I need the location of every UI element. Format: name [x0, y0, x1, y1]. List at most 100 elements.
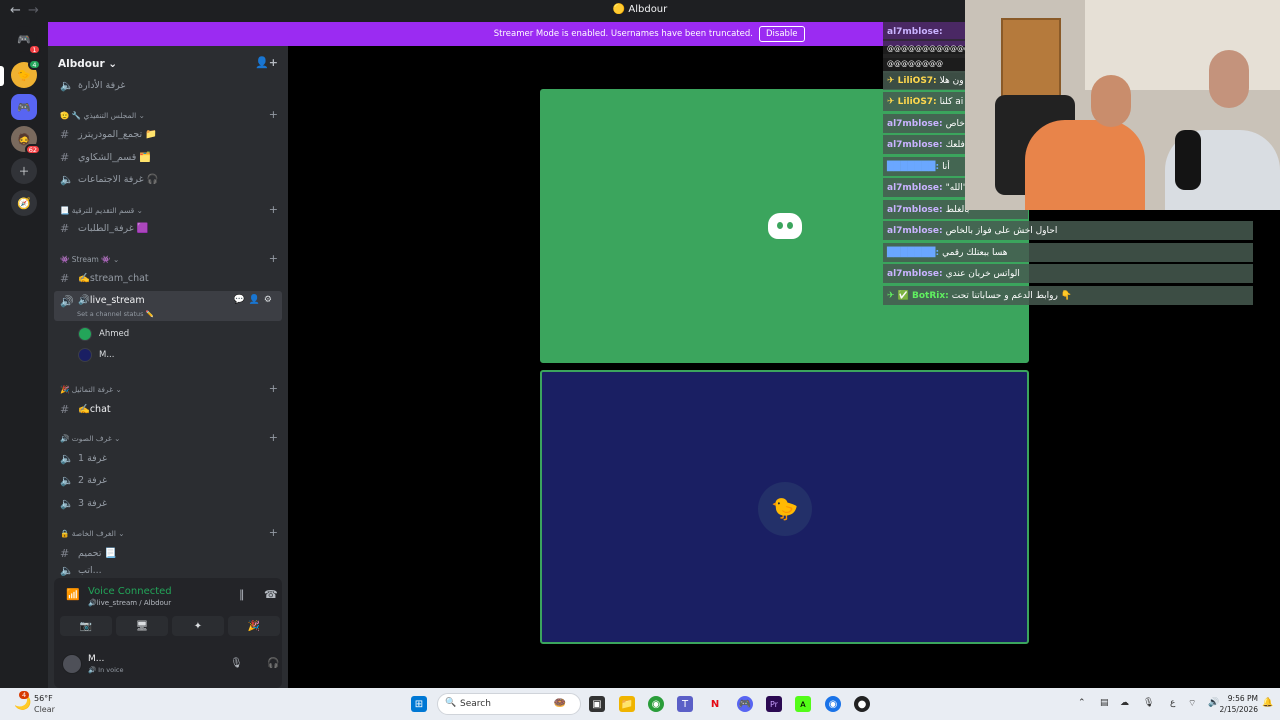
server-icon-3[interactable]: 🧔 62: [11, 126, 41, 155]
channel-partial[interactable]: 🔈 اتب...: [54, 564, 282, 576]
channel-meetings[interactable]: 🔈 غرفة الاجتماعات 🎧: [54, 168, 282, 190]
chat-message: al7mblose:"الله": [883, 178, 968, 197]
plus-icon[interactable]: +: [269, 526, 278, 539]
invite-icon[interactable]: 👤+: [255, 56, 278, 69]
plus-icon[interactable]: +: [269, 382, 278, 395]
file-explorer-icon[interactable]: 📁: [619, 696, 635, 712]
channel-moderators[interactable]: # تجمع_المودريترز 📁: [54, 123, 282, 145]
language-indicator[interactable]: ع: [1170, 698, 1175, 708]
channel-bath[interactable]: # تحميم 📃: [54, 542, 282, 564]
video-tile-user[interactable]: 🐤: [540, 370, 1029, 644]
channel-voice-admin[interactable]: 🔈 غرفة الأدارة: [54, 74, 282, 96]
chevron-up-icon[interactable]: ⌃: [1078, 698, 1086, 708]
category-voice-rooms[interactable]: 🔊 غرف الصوت ⌄ +: [60, 431, 282, 444]
category-promotion[interactable]: 📃 قسم التقديم للترقية ⌄ +: [60, 203, 282, 216]
wifi-icon[interactable]: ⌔: [1188, 698, 1196, 709]
disconnect-icon[interactable]: ☎: [264, 588, 278, 601]
network-tray-icon[interactable]: ☁: [1120, 698, 1129, 708]
chat-message: ✈ LiliOS7: كلنا ai: [883, 92, 968, 111]
search-highlight-icon: 🍩: [553, 698, 566, 709]
chat-user: al7mblose:: [887, 118, 943, 129]
home-button[interactable]: 🎮 1: [11, 26, 41, 55]
clock[interactable]: 9:56 PM 2/15/2026: [1220, 693, 1258, 715]
chrome-icon[interactable]: ◉: [648, 696, 664, 712]
disable-button[interactable]: Disable: [759, 26, 805, 42]
voice-user[interactable]: Ahmed: [78, 325, 129, 343]
premiere-icon[interactable]: Pr: [766, 696, 782, 712]
server-icon-1[interactable]: 🐤 4: [11, 59, 41, 88]
plus-icon[interactable]: +: [269, 252, 278, 265]
mic-tray-icon[interactable]: 🎙: [1143, 698, 1154, 708]
kick-icon[interactable]: ᴀ: [795, 696, 811, 712]
channel-label: ✍️chat: [78, 403, 111, 415]
category-executive[interactable]: 🫡 🔧 المجلس التنفيذي ⌄ +: [60, 108, 282, 121]
netflix-icon[interactable]: N: [707, 696, 723, 712]
add-server-icon[interactable]: ＋: [11, 158, 37, 184]
plus-icon[interactable]: +: [269, 203, 278, 216]
category-label: 🔒 الغرف الخاصة ⌄: [60, 529, 125, 538]
server-icon-albdour[interactable]: 🎮: [11, 94, 37, 120]
channel-room-3[interactable]: 🔈 غرفة 3: [54, 492, 282, 514]
chrome-profile-icon[interactable]: ◉: [825, 696, 841, 712]
task-view-icon[interactable]: ▣: [589, 696, 605, 712]
user-name[interactable]: M...: [88, 654, 104, 664]
channel-actions[interactable]: 💬👤⚙: [234, 295, 276, 305]
chat-text: هسا ببعتلك رقمي: [942, 247, 1008, 258]
activities-icon: ✦: [193, 620, 203, 632]
chat-user: al7mblose:: [887, 204, 943, 215]
category-statues[interactable]: 🎉 غرفة التماثيل ⌄ +: [60, 382, 282, 395]
chat-text: @@@@@@@@@@@@@@@: [887, 44, 968, 53]
category-private[interactable]: 🔒 الغرف الخاصة ⌄ +: [60, 526, 282, 539]
chat-message: ✈ ✅ BotRix: روابط الدعم و حساباتنا تحت 👇: [883, 286, 1253, 305]
search-label: Search: [460, 699, 491, 709]
explore-icon[interactable]: 🧭: [11, 190, 37, 216]
channel-label: غرفة 1: [78, 452, 107, 464]
search-box[interactable]: 🔍 Search 🍩: [437, 693, 581, 715]
channel-stream-chat[interactable]: # ✍️stream_chat: [54, 267, 282, 289]
channel-status[interactable]: Set a channel status ✏️: [77, 310, 154, 318]
discord-taskbar-icon[interactable]: 🎮: [737, 696, 753, 712]
channel-label: غرفة_الطلبات 🟪: [78, 222, 149, 234]
avatar: [78, 327, 92, 341]
chat-user: ✈ LiliOS7:: [887, 96, 937, 107]
channel-room-2[interactable]: 🔈 غرفة 2: [54, 469, 282, 491]
hash-icon: #: [60, 546, 70, 560]
plus-icon[interactable]: +: [269, 108, 278, 121]
screen-share-button[interactable]: 🖥: [116, 616, 168, 636]
noise-suppression-icon[interactable]: ∥: [239, 588, 245, 601]
chat-user: al7mblose:: [887, 268, 943, 279]
mic-icon[interactable]: 🎙: [230, 658, 243, 669]
webcam-feed: [965, 0, 1280, 210]
teams-icon[interactable]: T: [677, 696, 693, 712]
voice-status[interactable]: Voice Connected: [88, 586, 172, 597]
voice-panel: 📶 Voice Connected 🔊live_stream / Albdour…: [54, 578, 311, 688]
camera-button[interactable]: 📷: [60, 616, 112, 636]
voice-user[interactable]: M...: [78, 346, 114, 364]
plus-icon[interactable]: +: [269, 431, 278, 444]
selected-indicator: [0, 66, 4, 86]
soundboard-button[interactable]: 🎉: [228, 616, 280, 636]
user-status: 🔊 In voice: [88, 666, 124, 674]
signal-icon[interactable]: 📶: [66, 588, 80, 601]
activities-button[interactable]: ✦: [172, 616, 224, 636]
search-icon: 🔍: [445, 698, 457, 708]
chat-text: كلنا ai: [939, 96, 964, 107]
channel-room-1[interactable]: 🔈 غرفة 1: [54, 447, 282, 469]
volume-icon[interactable]: 🔊: [1208, 698, 1219, 708]
channel-complaints[interactable]: # قسم_الشكاوي 🗂️: [54, 146, 282, 168]
speaker-icon: 🔈: [60, 78, 74, 92]
tray-icon[interactable]: ▤: [1100, 698, 1109, 708]
camera-off-icon: 📷: [79, 620, 93, 632]
category-stream[interactable]: 👾 Stream 👾 ⌄ +: [60, 252, 282, 265]
obs-icon[interactable]: ●: [854, 696, 870, 712]
chat-text: "الله": [945, 182, 967, 193]
channel-label: ✍️stream_chat: [78, 272, 149, 284]
notification-icon[interactable]: 🔔: [1262, 698, 1273, 708]
start-icon[interactable]: ⊞: [411, 696, 427, 712]
avatar[interactable]: [62, 654, 82, 674]
category-label: 🎉 غرفة التماثيل ⌄: [60, 385, 122, 394]
channel-requests[interactable]: # غرفة_الطلبات 🟪: [54, 217, 282, 239]
headphones-icon[interactable]: 🎧: [267, 658, 279, 669]
channel-chat[interactable]: # ✍️chat: [54, 398, 282, 420]
channel-label: تجمع_المودريترز 📁: [78, 128, 158, 140]
